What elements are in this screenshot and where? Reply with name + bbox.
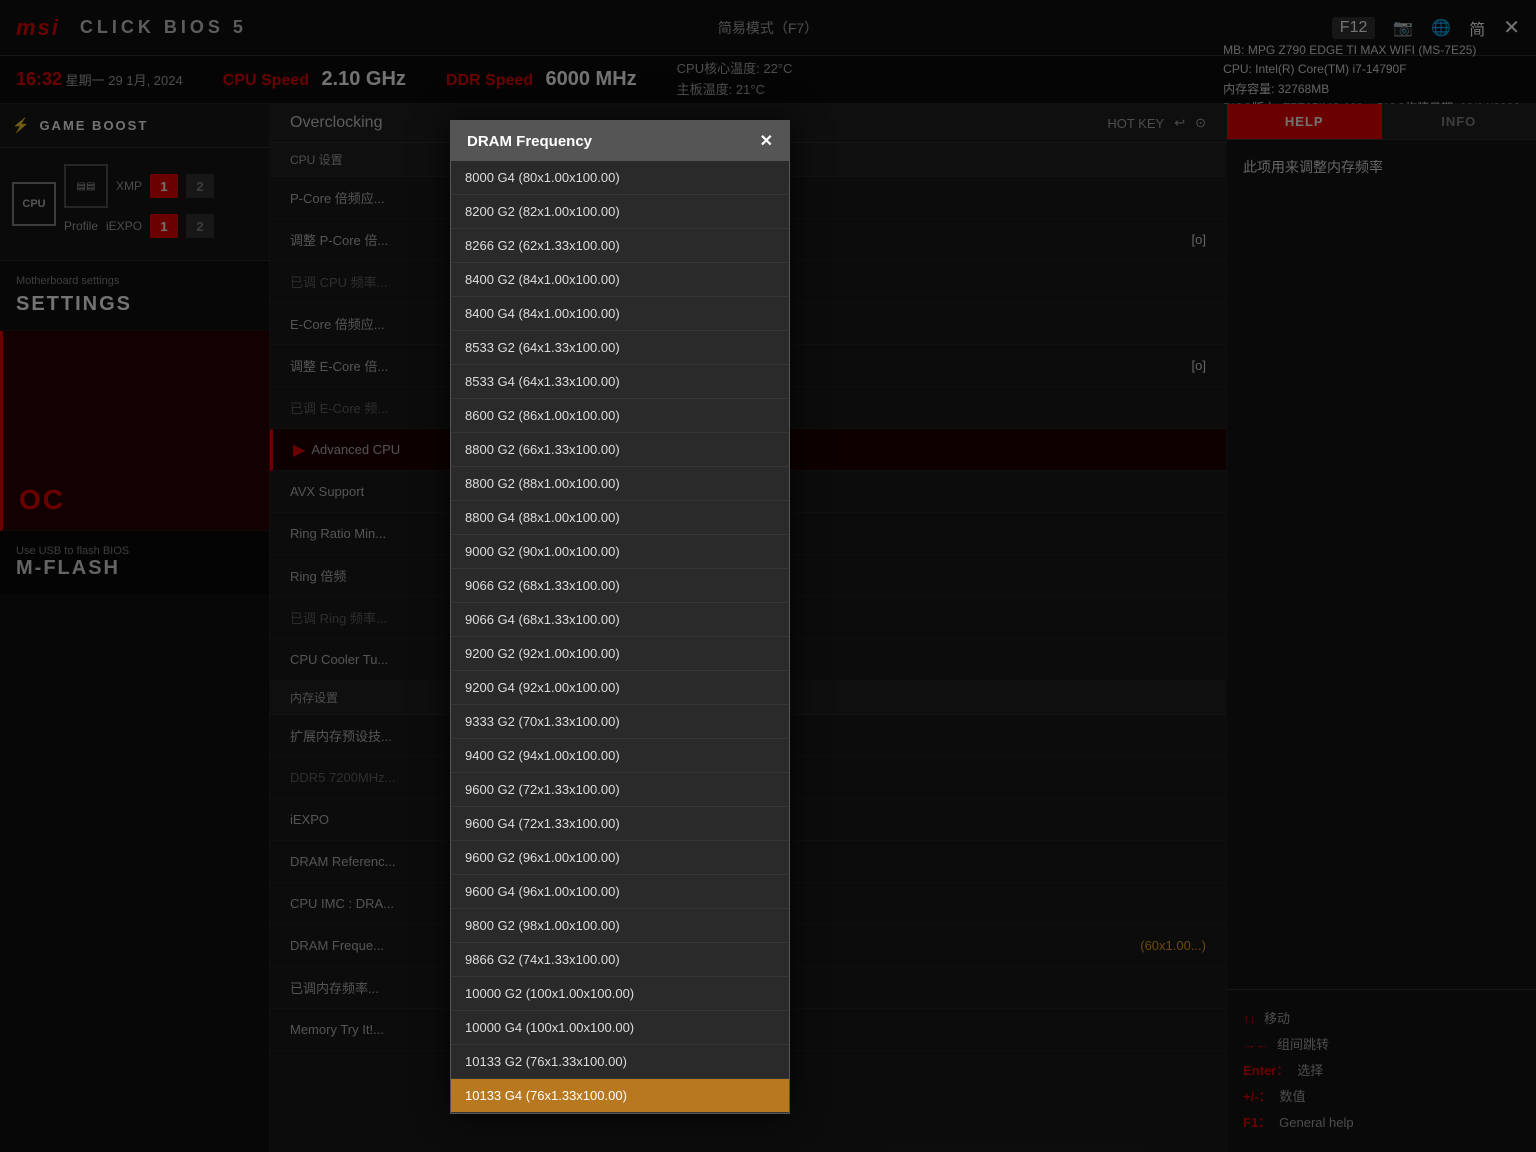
modal-list-item[interactable]: 10000 G2 (100x1.00x100.00) (451, 977, 789, 1011)
modal-list-item[interactable]: 8400 G4 (84x1.00x100.00) (451, 297, 789, 331)
modal-list-item[interactable]: 10000 G4 (100x1.00x100.00) (451, 1011, 789, 1045)
modal-overlay: DRAM Frequency ✕ 8000 G4 (80x1.00x100.00… (0, 0, 1536, 1152)
modal-list-item[interactable]: 8200 G2 (82x1.00x100.00) (451, 195, 789, 229)
modal-header: DRAM Frequency ✕ (451, 121, 789, 161)
modal-list-item[interactable]: 9600 G2 (96x1.00x100.00) (451, 841, 789, 875)
modal-close-button[interactable]: ✕ (760, 131, 773, 151)
modal-list-item[interactable]: 8600 G2 (86x1.00x100.00) (451, 399, 789, 433)
modal-list-item[interactable]: 8533 G4 (64x1.33x100.00) (451, 365, 789, 399)
modal-list-item[interactable]: 9600 G4 (72x1.33x100.00) (451, 807, 789, 841)
modal-list-item[interactable]: 9600 G2 (72x1.33x100.00) (451, 773, 789, 807)
modal-list-item[interactable]: 9600 G4 (96x1.00x100.00) (451, 875, 789, 909)
modal-list-item[interactable]: 8800 G4 (88x1.00x100.00) (451, 501, 789, 535)
modal-list-item[interactable]: 8400 G2 (84x1.00x100.00) (451, 263, 789, 297)
modal-list-item[interactable]: 10133 G2 (76x1.33x100.00) (451, 1045, 789, 1079)
modal-list-item[interactable]: 9066 G4 (68x1.33x100.00) (451, 603, 789, 637)
modal-title: DRAM Frequency (467, 133, 592, 150)
modal-list-item[interactable]: 8533 G2 (64x1.33x100.00) (451, 331, 789, 365)
modal-list-item[interactable]: 8266 G2 (62x1.33x100.00) (451, 229, 789, 263)
dram-frequency-modal: DRAM Frequency ✕ 8000 G4 (80x1.00x100.00… (450, 120, 790, 1114)
modal-body: 8000 G4 (80x1.00x100.00)8200 G2 (82x1.00… (451, 161, 789, 1113)
modal-list-item[interactable]: 8000 G4 (80x1.00x100.00) (451, 161, 789, 195)
modal-list[interactable]: 8000 G4 (80x1.00x100.00)8200 G2 (82x1.00… (451, 161, 789, 1113)
modal-list-item[interactable]: 8800 G2 (66x1.33x100.00) (451, 433, 789, 467)
modal-list-item[interactable]: 9200 G4 (92x1.00x100.00) (451, 671, 789, 705)
modal-list-item[interactable]: 9066 G2 (68x1.33x100.00) (451, 569, 789, 603)
modal-list-item[interactable]: 9400 G2 (94x1.00x100.00) (451, 739, 789, 773)
modal-list-item[interactable]: 9866 G2 (74x1.33x100.00) (451, 943, 789, 977)
modal-list-item[interactable]: 9800 G2 (98x1.00x100.00) (451, 909, 789, 943)
modal-list-item[interactable]: 9000 G2 (90x1.00x100.00) (451, 535, 789, 569)
modal-list-item[interactable]: 9333 G2 (70x1.33x100.00) (451, 705, 789, 739)
modal-list-item[interactable]: 10133 G4 (76x1.33x100.00) (451, 1079, 789, 1113)
modal-list-item[interactable]: 9200 G2 (92x1.00x100.00) (451, 637, 789, 671)
modal-list-item[interactable]: 8800 G2 (88x1.00x100.00) (451, 467, 789, 501)
